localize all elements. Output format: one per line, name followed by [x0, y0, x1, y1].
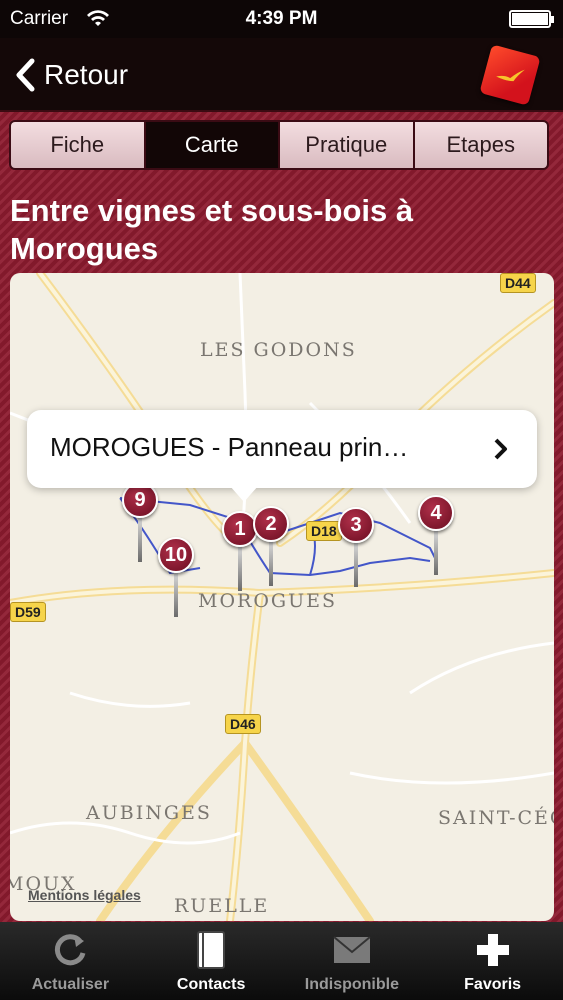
place-saint-ceci: SAINT-CÉC: [438, 807, 554, 829]
battery-icon: [509, 10, 554, 28]
envelope-icon: [333, 936, 371, 963]
refresh-icon: [55, 934, 86, 966]
callout-title: MOROGUES - Panneau prin…: [50, 432, 409, 462]
tab-fiche[interactable]: Fiche: [11, 122, 146, 168]
road-d46: D46: [225, 714, 261, 734]
callout-tail: [230, 486, 258, 502]
segmented-control: Fiche Carte Pratique Etapes: [9, 120, 549, 170]
tab-carte[interactable]: Carte: [145, 122, 280, 168]
map-pin[interactable]: 9: [122, 482, 158, 572]
page-title: Entre vignes et sous-bois à Morogues: [10, 193, 414, 266]
chevron-right-icon[interactable]: [493, 437, 509, 461]
place-ruelle: RUELLE: [174, 895, 270, 917]
place-aubinges: AUBINGES: [86, 802, 212, 824]
plus-icon: [476, 934, 509, 966]
clock: 4:39 PM: [245, 8, 318, 29]
map-pin[interactable]: 3: [338, 507, 374, 597]
tab-contacts-label: Contacts: [176, 976, 246, 993]
tab-indisponible-label: Indisponible: [304, 976, 399, 993]
tab-favoris-label: Favoris: [464, 976, 522, 993]
tab-actualiser[interactable]: Actualiser: [0, 922, 141, 1000]
back-label: Retour: [44, 59, 129, 90]
chevron-left-icon: [16, 58, 35, 92]
back-button[interactable]: Retour: [10, 52, 128, 98]
road-d18: D18: [306, 521, 342, 541]
road-d59: D59: [10, 602, 46, 622]
map-callout[interactable]: MOROGUES - Panneau prin…: [27, 410, 537, 502]
tab-etapes[interactable]: Etapes: [414, 122, 547, 168]
road-d44: D44: [500, 273, 536, 293]
map-pin[interactable]: 2: [253, 506, 289, 596]
bird-icon: [496, 69, 525, 82]
content-area: Fiche Carte Pratique Etapes Entre vignes…: [0, 112, 563, 922]
tab-bar: Actualiser Contacts Indisponible Favoris: [0, 922, 563, 1000]
contacts-book-icon: [197, 931, 226, 969]
tab-favoris[interactable]: Favoris: [422, 922, 563, 1000]
tab-indisponible[interactable]: Indisponible: [282, 922, 423, 1000]
map-pin[interactable]: 4: [418, 495, 454, 585]
legal-mentions-link[interactable]: Mentions légales: [28, 887, 141, 903]
navigation-bar: Retour: [0, 38, 563, 112]
place-les-godons: LES GODONS: [200, 339, 357, 361]
status-bar: Carrier 4:39 PM: [0, 0, 563, 38]
app-logo: [479, 44, 541, 106]
map-pin[interactable]: 10: [158, 537, 194, 627]
tab-contacts[interactable]: Contacts: [141, 922, 282, 1000]
map-view[interactable]: LES GODONS MOROGUES AUBINGES SAINT-CÉC R…: [10, 273, 554, 921]
tab-actualiser-label: Actualiser: [31, 976, 110, 993]
tab-pratique[interactable]: Pratique: [280, 122, 415, 168]
